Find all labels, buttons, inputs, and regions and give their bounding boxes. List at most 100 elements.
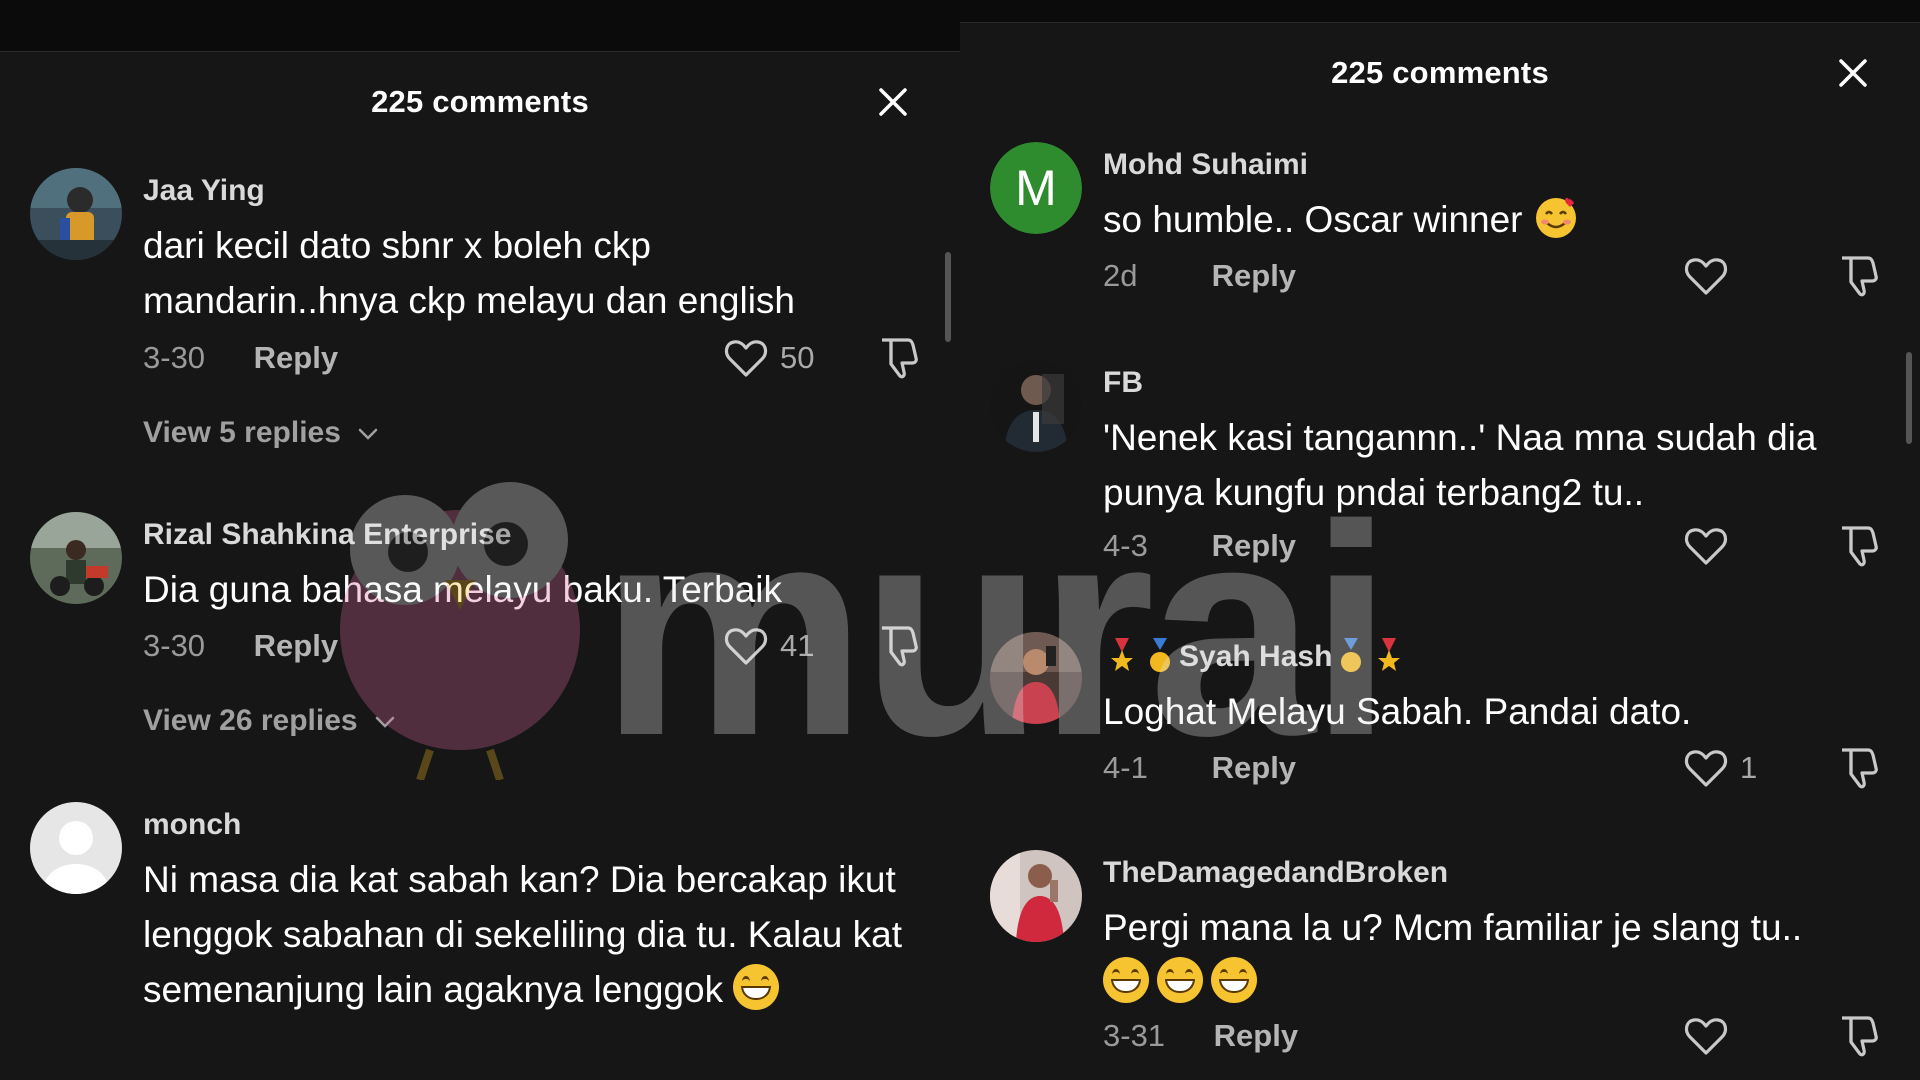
- smiling-face-with-hearts-emoji-icon: [1535, 197, 1576, 238]
- view-replies-label: View 5 replies: [143, 416, 341, 449]
- comment-text: dari kecil dato sbnr x boleh ckp mandari…: [143, 225, 795, 321]
- comment-date: 3-30: [143, 340, 206, 375]
- comment-date: 4-1: [1103, 750, 1148, 785]
- heart-icon: [724, 628, 768, 665]
- chevron-down-icon: [375, 716, 395, 728]
- avatar[interactable]: M: [990, 142, 1082, 234]
- reply-button[interactable]: Reply: [1214, 1018, 1298, 1054]
- scrollbar[interactable]: [1906, 352, 1912, 444]
- comment-username[interactable]: TheDamagedandBroken: [1103, 856, 1448, 890]
- username-text: Syah Hash: [1179, 640, 1333, 673]
- reply-button[interactable]: Reply: [1212, 750, 1296, 786]
- gold-medal-icon: [1150, 638, 1170, 672]
- like-button[interactable]: [722, 622, 770, 670]
- grinning-face-emoji-icon: [1103, 957, 1149, 1003]
- thumbs-down-icon: [1842, 1016, 1878, 1057]
- comment-meta: 3-31 Reply: [1103, 1018, 1298, 1054]
- comment-meta: 4-3 Reply: [1103, 528, 1296, 564]
- like-button[interactable]: [1682, 1012, 1730, 1060]
- dislike-button[interactable]: [1834, 252, 1882, 300]
- heart-icon: [1684, 258, 1728, 295]
- comment-text: Pergi mana la u? Mcm familiar je slang t…: [1103, 900, 1863, 1010]
- comment-text: so humble.. Oscar winner: [1103, 192, 1863, 247]
- view-replies-button[interactable]: View 26 replies: [143, 704, 396, 738]
- like-button[interactable]: [1682, 522, 1730, 570]
- comment-username[interactable]: FB: [1103, 366, 1143, 400]
- like-count: 50: [780, 340, 815, 375]
- reply-button[interactable]: Reply: [254, 340, 338, 376]
- gold-medal-icon: [1341, 638, 1362, 672]
- comment-username[interactable]: monch: [143, 808, 241, 842]
- grinning-face-emoji-icon: [1211, 957, 1257, 1003]
- like-button[interactable]: [1682, 744, 1730, 792]
- thumbs-down-icon: [882, 338, 918, 379]
- like-count: 41: [780, 628, 815, 663]
- chevron-down-icon: [359, 428, 378, 440]
- comments-count-title: 225 comments: [371, 84, 589, 119]
- thumbs-down-icon: [1842, 526, 1878, 567]
- comment-date: 4-3: [1103, 528, 1148, 563]
- medal-icon: [1111, 638, 1133, 671]
- comment-text: Loghat Melayu Sabah. Pandai dato.: [1103, 691, 1692, 732]
- comment-username[interactable]: Mohd Suhaimi: [1103, 148, 1308, 182]
- avatar[interactable]: [990, 632, 1082, 724]
- close-button[interactable]: [1833, 53, 1873, 93]
- dislike-button[interactable]: [874, 622, 922, 670]
- comment-meta: 3-30 Reply: [143, 340, 338, 376]
- comments-header: 225 comments: [0, 72, 960, 132]
- comments-header: 225 comments: [960, 43, 1920, 103]
- comment-username[interactable]: Jaa Ying: [143, 174, 265, 208]
- comments-count-title: 225 comments: [1331, 55, 1549, 90]
- comment-text: Dia guna bahasa melayu baku. Terbaik: [143, 569, 783, 610]
- reply-button[interactable]: Reply: [1212, 258, 1296, 294]
- grinning-face-emoji-icon: [733, 964, 780, 1010]
- view-replies-label: View 26 replies: [143, 704, 358, 737]
- comment-meta: 3-30 Reply: [143, 628, 338, 664]
- thumbs-down-icon: [1842, 256, 1878, 297]
- avatar[interactable]: [30, 168, 122, 260]
- like-button[interactable]: [722, 334, 770, 382]
- reply-button[interactable]: Reply: [1212, 528, 1296, 564]
- avatar-letter: M: [990, 142, 1082, 234]
- dislike-button[interactable]: [1834, 522, 1882, 570]
- comment-text: Ni masa dia kat sabah kan? Dia bercakap …: [143, 852, 903, 1017]
- heart-icon: [1684, 528, 1728, 565]
- close-icon: [1839, 59, 1867, 87]
- comment-username[interactable]: Syah Hash: [1103, 638, 1408, 674]
- comment-text-body: so humble.. Oscar winner: [1103, 199, 1523, 240]
- scrollbar[interactable]: [945, 252, 951, 342]
- avatar[interactable]: [990, 850, 1082, 942]
- heart-icon: [1684, 750, 1728, 787]
- thumbs-down-icon: [882, 626, 918, 667]
- reply-button[interactable]: Reply: [254, 628, 338, 664]
- comment-text: 'Nenek kasi tangannn..' Naa mna sudah di…: [1103, 417, 1817, 513]
- view-replies-button[interactable]: View 5 replies: [143, 416, 379, 450]
- comment-text-body: Ni masa dia kat sabah kan? Dia bercakap …: [143, 859, 903, 1010]
- comment-date: 3-30: [143, 628, 206, 663]
- comment-meta: 2d Reply: [1103, 258, 1296, 294]
- heart-icon: [1684, 1018, 1728, 1055]
- like-button[interactable]: [1682, 252, 1730, 300]
- medal-icon: [1378, 638, 1401, 671]
- dislike-button[interactable]: [1834, 1012, 1882, 1060]
- comment-text-body: Pergi mana la u? Mcm familiar je slang t…: [1103, 907, 1803, 948]
- close-button[interactable]: [873, 82, 913, 122]
- close-icon: [879, 88, 907, 116]
- avatar[interactable]: [30, 512, 122, 604]
- grinning-face-emoji-icon: [1157, 957, 1203, 1003]
- comment-date: 2d: [1103, 258, 1138, 293]
- video-area-strip: [0, 0, 960, 52]
- video-area-strip: [960, 0, 1920, 23]
- comment-meta: 4-1 Reply: [1103, 750, 1296, 786]
- avatar[interactable]: [990, 360, 1082, 452]
- like-count: 1: [1740, 750, 1758, 785]
- comment-date: 3-31: [1103, 1018, 1166, 1053]
- heart-icon: [724, 340, 768, 377]
- comments-panel-left: 225 comments Jaa Ying dari kecil dato sb…: [0, 0, 960, 1080]
- avatar-default[interactable]: [30, 802, 122, 894]
- comment-username[interactable]: Rizal Shahkina Enterprise: [143, 518, 511, 552]
- thumbs-down-icon: [1842, 748, 1878, 789]
- dislike-button[interactable]: [1834, 744, 1882, 792]
- comments-panel-right: 225 comments M Mohd Suhaimi so humble.. …: [960, 0, 1920, 1080]
- dislike-button[interactable]: [874, 334, 922, 382]
